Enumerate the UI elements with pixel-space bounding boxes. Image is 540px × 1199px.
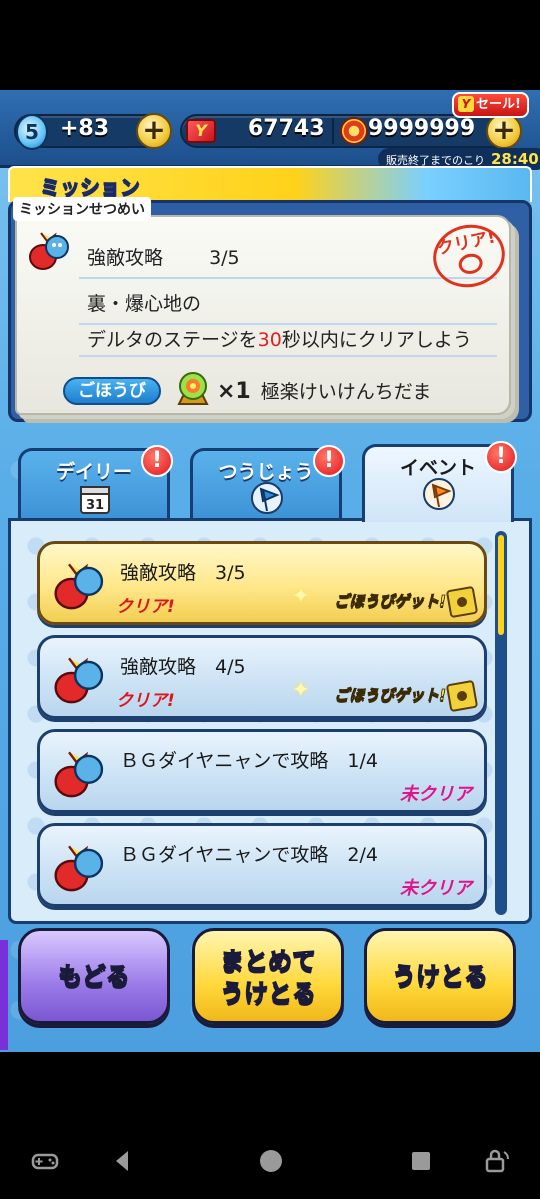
- reward-name: 極楽けいけんちだま: [260, 381, 432, 403]
- description-line-1: 裏・爆心地の: [87, 293, 202, 315]
- line2-highlight: 30: [257, 329, 282, 351]
- description-mission-name: 強敵攻略 3/5: [87, 243, 240, 270]
- collect-all-button[interactable]: まとめて うけとる: [192, 928, 344, 1024]
- orange-flag-icon: [423, 478, 455, 510]
- currency-divider: [332, 118, 334, 144]
- mission-name: 強敵攻略 4/5: [120, 656, 246, 678]
- collect-button[interactable]: うけとる: [364, 928, 516, 1024]
- ymoney-value: 67743: [248, 116, 325, 141]
- reward-get-label: ごほうびゲット!: [334, 686, 447, 705]
- mission-status: 未クリア: [400, 784, 472, 805]
- tab-normal[interactable]: つうじょう !: [190, 445, 345, 520]
- tab-event[interactable]: イベント !: [362, 441, 517, 522]
- mission-name: ＢＧダイヤニャンで攻略 2/4: [120, 844, 379, 866]
- reward-cube-icon: [445, 679, 479, 713]
- status-bar: 5 +83 + Y 67743 9999999 + Y セール! 販売終了までのこ…: [0, 90, 540, 170]
- sparkle-icon: ✦: [291, 584, 310, 609]
- gamepad-icon[interactable]: [30, 1146, 60, 1176]
- mission-card[interactable]: ＢＧダイヤニャンで攻略 2/4 未クリア: [37, 823, 487, 907]
- mission-card[interactable]: ＢＧダイヤニャンで攻略 1/4 未クリア: [37, 729, 487, 813]
- mission-name: ＢＧダイヤニャンで攻略 1/4: [120, 750, 379, 772]
- back-nav-icon[interactable]: [108, 1146, 138, 1176]
- screen: 5 +83 + Y 67743 9999999 + Y セール! 販売終了までのこ…: [0, 0, 540, 1199]
- reward-get-label: ごほうびゲット!: [334, 592, 447, 611]
- back-button-label: もどる: [58, 961, 131, 990]
- line2-post: 秒以内にクリアしよう: [281, 329, 472, 351]
- sale-y-icon: Y: [458, 96, 474, 112]
- row-divider: [79, 277, 497, 279]
- line2-pre: デルタのステージを: [87, 329, 258, 351]
- mission-icon: [54, 657, 104, 704]
- stamina-icon: 5: [16, 114, 48, 150]
- add-coins-button[interactable]: +: [486, 113, 522, 149]
- tab-daily[interactable]: デイリー 31 !: [18, 445, 173, 520]
- sale-label: セール!: [476, 97, 521, 112]
- mission-status: 未クリア: [400, 878, 472, 899]
- reward-item: ×1 極楽けいけんちだま: [217, 377, 431, 404]
- experience-orb-icon: [177, 372, 209, 405]
- add-stamina-button[interactable]: +: [136, 113, 172, 149]
- scrollbar-thumb[interactable]: [498, 535, 504, 635]
- ymoney-icon: Y: [186, 119, 216, 143]
- description-label: ミッションせつめい: [13, 197, 151, 221]
- reward-cube-icon: [445, 585, 479, 619]
- mission-icon: [54, 751, 104, 798]
- mission-description-panel: ミッションせつめい 強敵攻略 3/5 裏・爆心地の デルタのステージを30秒以内…: [8, 197, 532, 422]
- mission-icon: [54, 845, 104, 892]
- mission-card[interactable]: 強敵攻略 3/5 クリア! ✦ ごほうびゲット!: [37, 541, 487, 625]
- sparkle-icon: ✦: [291, 678, 310, 703]
- mission-name-text: 強敵攻略: [87, 247, 164, 269]
- svg-text:31: 31: [86, 498, 104, 513]
- coin-icon: [340, 117, 368, 145]
- system-nav-bar: [0, 1128, 540, 1199]
- coin-value: 9999999: [368, 116, 476, 141]
- recents-nav-icon[interactable]: [406, 1146, 436, 1176]
- mission-name: 強敵攻略 3/5: [120, 562, 246, 584]
- mission-title: ミッション: [40, 175, 141, 200]
- collect-all-label-1: まとめて: [219, 946, 316, 975]
- tab-daily-alert: !: [141, 445, 173, 477]
- mission-icon: [29, 232, 69, 270]
- description-page: 強敵攻略 3/5 裏・爆心地の デルタのステージを30秒以内にクリアしよう クリ…: [15, 215, 511, 415]
- sale-badge[interactable]: Y セール!: [452, 92, 529, 118]
- tab-normal-alert: !: [313, 445, 345, 477]
- mission-list[interactable]: 強敵攻略 3/5 クリア! ✦ ごほうびゲット! 強敵攻略 4/5 クリア! ✦…: [8, 518, 532, 924]
- mission-status: クリア!: [116, 597, 175, 617]
- clear-stamp: クリア!: [427, 218, 511, 294]
- blue-flag-icon: [251, 482, 283, 514]
- collect-button-label: うけとる: [391, 961, 488, 990]
- collect-all-label-2: うけとる: [219, 978, 316, 1007]
- back-button[interactable]: もどる: [18, 928, 170, 1024]
- tab-event-alert: !: [485, 441, 517, 473]
- reward-count: ×1: [217, 379, 251, 404]
- stamina-bonus: +83: [60, 116, 110, 141]
- calendar-icon: 31: [80, 486, 110, 514]
- mission-card[interactable]: 強敵攻略 4/5 クリア! ✦ ごほうびゲット!: [37, 635, 487, 719]
- mission-status: クリア!: [116, 691, 175, 711]
- reward-label: ごほうび: [63, 377, 161, 405]
- mission-progress-text: 3/5: [209, 247, 240, 269]
- mission-icon: [54, 563, 104, 610]
- rotation-lock-icon[interactable]: [482, 1146, 512, 1176]
- side-edge-bar: [0, 940, 8, 1050]
- home-nav-icon[interactable]: [256, 1146, 286, 1176]
- row-divider: [79, 355, 497, 357]
- description-line-2: デルタのステージを30秒以内にクリアしよう: [87, 325, 472, 352]
- game-area: 5 +83 + Y 67743 9999999 + Y セール! 販売終了までのこ…: [0, 90, 540, 1052]
